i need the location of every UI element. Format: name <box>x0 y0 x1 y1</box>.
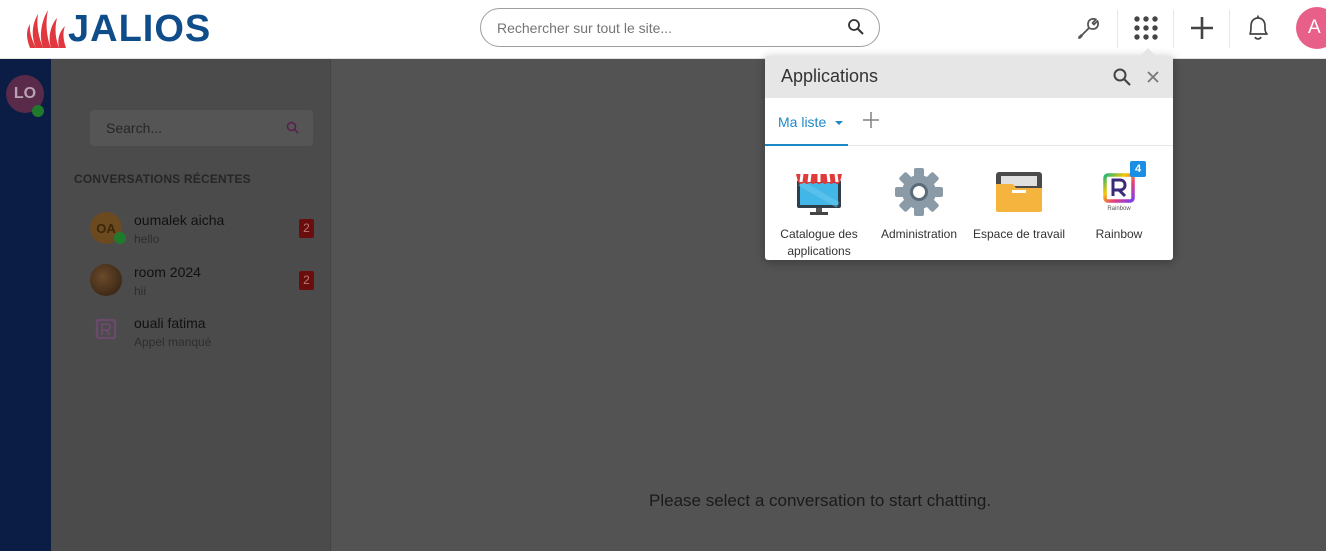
search-icon[interactable] <box>286 121 299 139</box>
conversation-item[interactable]: room 2024 hii 2 <box>90 264 315 304</box>
tab-ma-liste[interactable]: Ma liste <box>765 98 848 146</box>
avatar-initials: OA <box>96 220 116 236</box>
conversations-panel: CONVERSATIONS RÉCENTES OA oumalek aicha … <box>51 59 330 551</box>
unread-badge: 2 <box>299 219 314 238</box>
add-list-icon[interactable] <box>862 111 882 131</box>
conversation-item[interactable]: ouali fatima Appel manqué <box>90 315 315 355</box>
wrench-icon[interactable] <box>1073 12 1105 44</box>
app-catalogue[interactable]: Catalogue des applications <box>769 166 869 260</box>
search-icon[interactable] <box>1112 67 1132 92</box>
conversation-last-message: Appel manqué <box>134 335 212 349</box>
top-header: JALIOS A <box>0 0 1326 59</box>
rail-user-initials: LO <box>13 85 37 102</box>
popover-header: Applications <box>765 56 1173 98</box>
app-label: Administration <box>880 227 958 241</box>
conversation-last-message: hello <box>134 232 160 246</box>
app-rainbow[interactable]: Rainbow 4 Rainbow <box>1069 161 1169 243</box>
popover-tabs: Ma liste <box>765 98 1173 146</box>
applications-popover: Applications Ma liste Catalogue des appl… <box>765 56 1173 260</box>
user-avatar-initial: A <box>1308 17 1321 38</box>
header-divider <box>1117 10 1118 48</box>
app-espace-de-travail[interactable]: Espace de travail <box>969 166 1069 243</box>
conversation-item[interactable]: OA oumalek aicha hello 2 <box>90 212 315 252</box>
header-divider <box>1229 10 1230 48</box>
popover-caret <box>1139 48 1157 57</box>
store-icon <box>793 166 845 218</box>
close-icon[interactable] <box>1146 70 1160 89</box>
logo-text: JALIOS <box>68 8 212 50</box>
app-badge: 4 <box>1130 161 1146 177</box>
app-administration[interactable]: Administration <box>869 166 969 243</box>
conversation-name: room 2024 <box>134 264 201 280</box>
tab-label: Ma liste <box>778 114 827 130</box>
logo-flame-icon <box>27 10 66 48</box>
unread-badge: 2 <box>299 271 314 290</box>
app-label: Catalogue des applications <box>780 227 858 258</box>
svg-text:Rainbow: Rainbow <box>1107 206 1131 212</box>
site-search <box>480 8 880 47</box>
rainbow-avatar-icon <box>90 315 122 347</box>
popover-title: Applications <box>781 66 879 86</box>
app-rail: LO <box>0 59 51 551</box>
conversation-name: ouali fatima <box>134 315 206 331</box>
gear-icon <box>893 166 945 218</box>
online-status-dot <box>114 232 126 244</box>
header-divider <box>1173 10 1174 48</box>
app-label: Espace de travail <box>972 227 1066 241</box>
chevron-down-icon <box>835 121 843 125</box>
plus-icon[interactable] <box>1186 12 1218 44</box>
search-icon[interactable] <box>847 18 867 38</box>
empty-state-message: Please select a conversation to start ch… <box>649 491 992 510</box>
apps-grid-icon[interactable] <box>1130 12 1162 44</box>
avatar <box>90 264 122 296</box>
rainbow-icon: Rainbow 4 <box>1093 161 1146 218</box>
jalios-logo[interactable]: JALIOS <box>24 8 220 50</box>
online-status-dot <box>32 105 44 117</box>
conversation-last-message: hii <box>134 284 147 298</box>
bell-icon[interactable] <box>1242 12 1274 44</box>
conversation-search-input[interactable] <box>106 119 276 137</box>
conversation-name: oumalek aicha <box>134 212 225 228</box>
user-avatar[interactable]: A <box>1296 7 1326 49</box>
folder-icon <box>993 166 1045 218</box>
section-title: CONVERSATIONS RÉCENTES <box>74 172 251 186</box>
site-search-input[interactable] <box>497 17 837 39</box>
app-label: Rainbow <box>1095 227 1143 241</box>
conversation-search <box>90 110 313 146</box>
